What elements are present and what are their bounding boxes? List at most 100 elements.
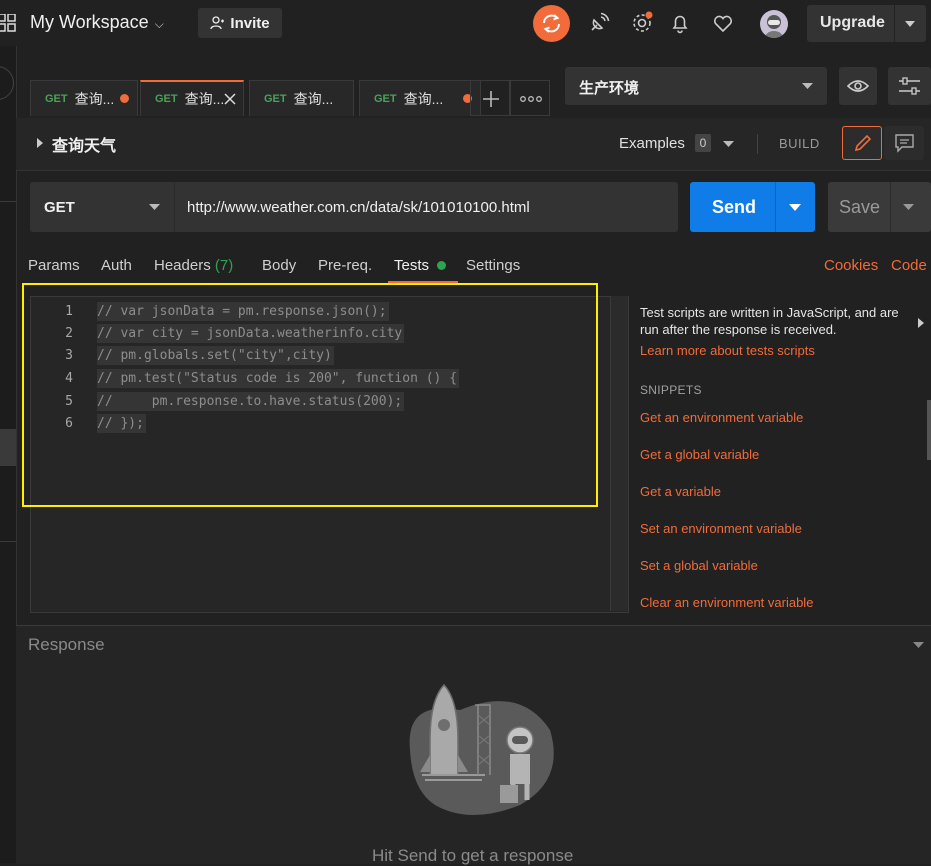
close-icon[interactable] bbox=[224, 93, 236, 105]
invite-button[interactable]: Invite bbox=[198, 8, 282, 38]
snippet-link[interactable]: Get a global variable bbox=[640, 447, 759, 462]
new-tab-button[interactable] bbox=[470, 80, 510, 116]
tab-prerequest[interactable]: Pre-req. bbox=[318, 257, 372, 274]
heart-icon[interactable] bbox=[711, 11, 735, 35]
tab-tests[interactable]: Tests bbox=[394, 257, 429, 274]
unsaved-dot bbox=[120, 94, 129, 103]
examples-count-badge: 0 bbox=[695, 134, 711, 152]
chevron-down-icon[interactable] bbox=[913, 641, 924, 649]
snippet-link[interactable]: Set a global variable bbox=[640, 558, 758, 573]
divider bbox=[890, 182, 891, 232]
sidebar-item-selected[interactable] bbox=[0, 429, 16, 466]
manage-environments-button[interactable] bbox=[888, 67, 931, 105]
highlight-annotation-box bbox=[22, 283, 598, 507]
tab-params[interactable]: Params bbox=[28, 257, 80, 274]
chevron-down-icon[interactable] bbox=[904, 19, 916, 29]
rocket-illustration-icon bbox=[409, 683, 554, 815]
chevron-down-icon[interactable] bbox=[789, 203, 801, 212]
method-badge: GET bbox=[45, 92, 68, 105]
tab-body[interactable]: Body bbox=[262, 257, 296, 274]
environment-quick-look-button[interactable] bbox=[839, 67, 877, 105]
chevron-down-icon[interactable] bbox=[723, 140, 734, 148]
chevron-down-icon bbox=[149, 204, 160, 210]
method-badge: GET bbox=[264, 92, 287, 105]
collapse-panel-icon[interactable] bbox=[917, 317, 925, 329]
tab-request-2[interactable]: GET 查询... bbox=[140, 80, 244, 116]
eye-icon bbox=[846, 80, 870, 92]
tab-request-1[interactable]: GET 查询... bbox=[30, 80, 138, 116]
environment-label: 生产环境 bbox=[579, 80, 640, 97]
snippet-link[interactable]: Get a variable bbox=[640, 484, 721, 499]
chevron-down-icon bbox=[802, 83, 813, 89]
plus-icon bbox=[483, 91, 499, 107]
sync-icon bbox=[543, 14, 560, 33]
side-panel-scrollbar[interactable] bbox=[927, 400, 931, 460]
sidebar-search-button[interactable] bbox=[0, 66, 14, 100]
save-button[interactable]: Save bbox=[828, 182, 931, 232]
request-title[interactable]: 查询天气 bbox=[52, 132, 116, 156]
method-select[interactable]: GET bbox=[30, 182, 175, 232]
build-mode-label[interactable]: BUILD bbox=[779, 136, 820, 151]
snippet-link[interactable]: Get an environment variable bbox=[640, 410, 803, 425]
workspace-switcher[interactable]: My Workspace ⌵ bbox=[30, 12, 164, 33]
learn-more-link[interactable]: Learn more about tests scripts bbox=[640, 343, 815, 358]
caret-right-icon[interactable] bbox=[36, 138, 44, 148]
editor-scrollbar[interactable] bbox=[610, 296, 628, 611]
code-link[interactable]: Code bbox=[891, 257, 927, 274]
comments-button[interactable] bbox=[884, 126, 924, 160]
settings-icon[interactable] bbox=[630, 11, 654, 35]
examples-label[interactable]: Examples bbox=[619, 135, 685, 152]
comment-icon bbox=[895, 134, 914, 153]
save-label: Save bbox=[839, 197, 881, 217]
tab-label: 查询... bbox=[74, 90, 115, 107]
chevron-down-icon[interactable] bbox=[903, 203, 914, 211]
tab-label: 查询... bbox=[293, 90, 334, 107]
tab-label: 查询... bbox=[403, 90, 444, 107]
tab-headers-label: Headers bbox=[154, 257, 211, 274]
divider bbox=[757, 134, 758, 154]
astronaut-avatar-icon bbox=[765, 15, 783, 38]
method-badge: GET bbox=[155, 93, 178, 105]
tests-status-dot bbox=[437, 261, 446, 270]
workspace-name: My Workspace bbox=[30, 12, 149, 32]
upgrade-button[interactable]: Upgrade bbox=[807, 5, 926, 42]
environment-select[interactable]: 生产环境 bbox=[565, 67, 827, 105]
invite-label: Invite bbox=[230, 14, 270, 32]
url-input[interactable] bbox=[175, 182, 678, 232]
tab-headers[interactable]: Headers (7) bbox=[154, 257, 233, 274]
sidebar bbox=[0, 46, 17, 863]
sync-button[interactable] bbox=[533, 5, 570, 42]
divider bbox=[775, 182, 776, 232]
add-user-icon bbox=[210, 16, 225, 30]
send-button[interactable]: Send bbox=[690, 182, 815, 232]
bell-icon[interactable] bbox=[668, 11, 692, 35]
divider bbox=[0, 541, 16, 542]
edit-button[interactable] bbox=[842, 126, 882, 160]
sliders-icon bbox=[899, 77, 920, 95]
snippet-link[interactable]: Set an environment variable bbox=[640, 521, 802, 536]
grid-icon[interactable] bbox=[0, 14, 16, 32]
headers-count: (7) bbox=[214, 257, 234, 274]
cookies-link[interactable]: Cookies bbox=[824, 257, 878, 274]
upgrade-label: Upgrade bbox=[820, 14, 885, 31]
response-heading: Response bbox=[28, 635, 105, 654]
chevron-down-icon: ⌵ bbox=[154, 17, 164, 31]
tab-auth[interactable]: Auth bbox=[101, 257, 132, 274]
tab-request-4[interactable]: GET 查询... bbox=[359, 80, 481, 116]
snippet-link[interactable]: Clear an environment variable bbox=[640, 595, 813, 610]
avatar[interactable] bbox=[760, 10, 788, 38]
method-badge: GET bbox=[374, 92, 397, 105]
tab-label: 查询... bbox=[184, 91, 225, 107]
empty-response-message: Hit Send to get a response bbox=[372, 846, 574, 865]
tests-description: Test scripts are written in JavaScript, … bbox=[640, 305, 899, 337]
ellipsis-icon bbox=[520, 96, 542, 102]
divider bbox=[0, 201, 16, 202]
divider bbox=[894, 5, 895, 42]
more-tabs-button[interactable] bbox=[510, 80, 550, 116]
pencil-icon bbox=[854, 134, 872, 152]
tab-request-3[interactable]: GET 查询... bbox=[249, 80, 354, 116]
tab-settings[interactable]: Settings bbox=[466, 257, 520, 274]
snippets-heading: SNIPPETS bbox=[640, 383, 702, 397]
satellite-icon[interactable] bbox=[587, 11, 611, 35]
send-label: Send bbox=[712, 197, 757, 217]
